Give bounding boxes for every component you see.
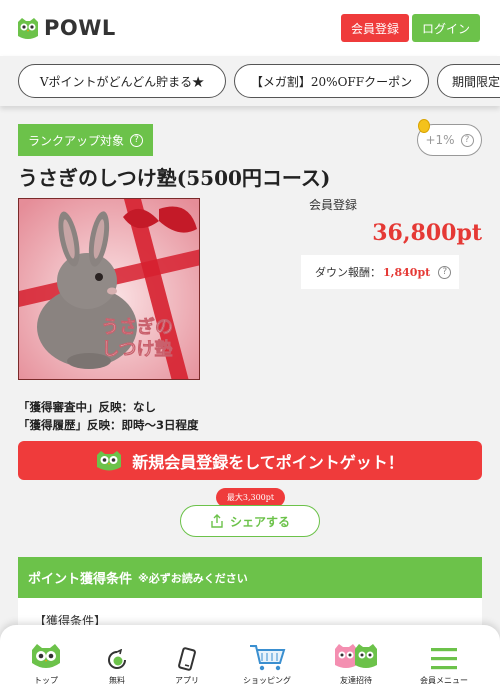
owl-logo-icon — [18, 18, 38, 39]
campaign-tabs: Vポイントがどんどん貯まる★ 【メガ割】20%OFFクーポン 期間限定 — [0, 56, 500, 106]
bottom-navigation: トップ 無料 アプリ ショッピング 友達招待 会員メニュー — [0, 625, 500, 700]
nav-label-top: トップ — [34, 676, 58, 685]
conditions-subtitle: ※必ずお読みください — [138, 571, 248, 585]
register-button[interactable]: 会員登録 — [341, 14, 409, 42]
offer-image: うさぎの しつけ塾 — [18, 198, 200, 380]
rank-up-label: ランクアップ対象 — [28, 133, 125, 148]
condition-type-label: 会員登録 — [309, 198, 358, 212]
nav-free[interactable]: 無料 — [82, 641, 152, 697]
nav-shopping[interactable]: ショッピング — [232, 641, 302, 697]
down-reward: ダウン報酬： 1,840pt ? — [301, 255, 459, 289]
menu-icon — [431, 648, 457, 670]
down-reward-value: 1,840pt — [383, 265, 431, 279]
note-pending: 「獲得審査中」反映：なし — [18, 400, 156, 414]
help-icon: ? — [460, 133, 474, 147]
image-text-line1: うさぎの — [101, 316, 173, 338]
nav-member-menu[interactable]: 会員メニュー — [409, 641, 479, 697]
rate-label: +1% — [425, 133, 455, 147]
friends-owl-icon — [335, 644, 377, 668]
image-text-line2: しつけ塾 — [102, 338, 173, 360]
down-reward-label: ダウン報酬： — [315, 266, 381, 279]
nav-app[interactable]: アプリ — [152, 641, 222, 697]
coin-circle-icon — [108, 649, 126, 669]
nav-label-shopping: ショッピング — [243, 676, 291, 685]
rank-up-badge[interactable]: ランクアップ対象 ? — [18, 124, 153, 156]
share-icon — [211, 514, 223, 528]
tab-vpoint[interactable]: Vポイントがどんどん貯まる★ — [18, 64, 226, 98]
note-history: 「獲得履歴」反映：即時～3日程度 — [18, 418, 199, 432]
point-value: 36,800pt — [372, 220, 482, 246]
login-button[interactable]: ログイン — [412, 14, 480, 42]
offer-title: うさぎのしつけ塾(5500円コース) — [18, 166, 331, 190]
conditions-title: ポイント獲得条件 — [28, 572, 133, 587]
conditions-header: ポイント獲得条件 ※必ずお読みください — [18, 557, 482, 598]
help-icon: ? — [130, 133, 144, 147]
rabbit-illustration: うさぎの しつけ塾 — [19, 199, 199, 379]
cart-icon — [250, 645, 286, 671]
powl-logo[interactable]: POWL — [16, 14, 116, 42]
nav-invite[interactable]: 友達招待 — [321, 641, 391, 697]
share-label: シェアする — [229, 514, 290, 529]
nav-top[interactable]: トップ — [11, 641, 81, 697]
help-icon[interactable]: ? — [438, 265, 452, 279]
share-button[interactable]: シェアする — [180, 505, 320, 537]
nav-label-member-menu: 会員メニュー — [420, 676, 468, 685]
owl-icon — [97, 450, 122, 470]
cta-label: 新規会員登録をしてポイントゲット！ — [132, 452, 404, 472]
logo-text: POWL — [44, 16, 116, 40]
coin-icon — [418, 119, 430, 133]
nav-label-invite: 友達招待 — [340, 676, 372, 685]
tab-limited[interactable]: 期間限定 — [437, 64, 500, 98]
register-cta-button[interactable]: 新規会員登録をしてポイントゲット！ — [18, 441, 482, 480]
nav-label-free: 無料 — [109, 676, 125, 685]
nav-label-app: アプリ — [175, 676, 199, 685]
phone-icon — [178, 647, 196, 671]
site-header: POWL 会員登録 ログイン — [0, 0, 500, 56]
owl-icon — [32, 644, 60, 668]
tab-mega-sale[interactable]: 【メガ割】20%OFFクーポン — [234, 64, 429, 98]
